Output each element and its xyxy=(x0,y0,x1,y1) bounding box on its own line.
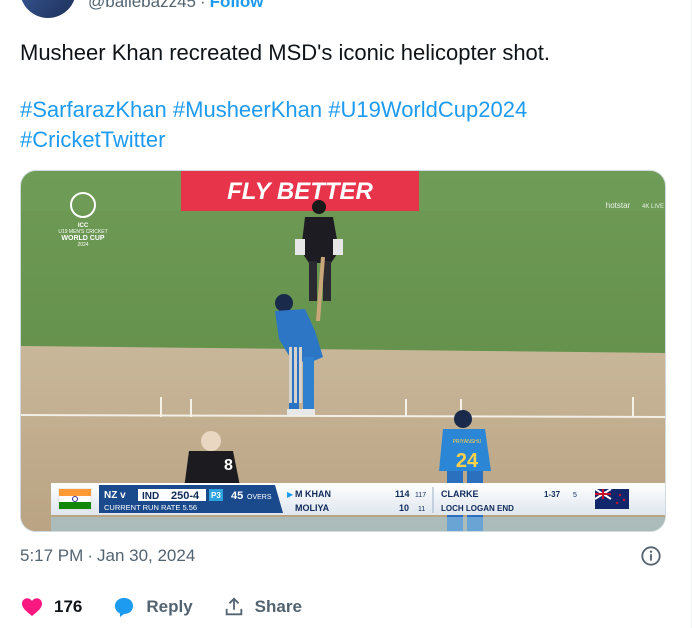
fielder-jersey-name: PRIYANSHU xyxy=(453,439,482,445)
hashtag-link[interactable]: #CricketTwitter xyxy=(20,127,165,152)
hashtag-link[interactable]: #U19WorldCup2024 xyxy=(328,97,527,122)
overs-value: 45 xyxy=(231,490,243,502)
batter1-runs: 114 xyxy=(395,489,410,499)
handle-separator: · xyxy=(200,0,206,11)
heart-icon xyxy=(22,598,42,616)
score-value: 250-4 xyxy=(171,490,200,502)
overs-unit: OVERS xyxy=(247,494,272,501)
follow-button[interactable]: Follow xyxy=(210,0,264,12)
fielder-jersey-number-2: 24 xyxy=(456,450,479,472)
tweet-date: Jan 30, 2024 xyxy=(96,546,196,565)
info-icon[interactable] xyxy=(640,545,662,567)
reply-label: Reply xyxy=(146,597,193,616)
timestamp-separator: · xyxy=(87,546,93,565)
broadcaster-tag: 4K LIVE xyxy=(642,204,664,210)
reply-bubble-icon xyxy=(115,598,134,617)
fielder-jersey-number: 8 xyxy=(224,457,233,474)
striker-marker-icon: ▶ xyxy=(287,490,294,499)
hashtag-link[interactable]: #MusheerKhan xyxy=(173,97,322,122)
batter1-balls: 117 xyxy=(415,492,426,499)
share-button[interactable]: Share xyxy=(223,596,302,618)
hashtag-link[interactable]: #SarfarazKhan xyxy=(20,97,167,122)
tweet-header: @ballebazz45 · Follow xyxy=(20,0,264,18)
share-icon xyxy=(225,597,242,616)
scorebar: NZ v IND 250-4 P3 45 OVERS CURRENT RUN R… xyxy=(51,483,665,531)
author-row: @ballebazz45 · Follow xyxy=(88,0,264,12)
batter1-name: M KHAN xyxy=(295,489,331,499)
video-frame: FLY BETTER ICC U19 MEN'S CRICKET WORLD C… xyxy=(21,171,665,531)
banner-text: FLY BETTER xyxy=(227,178,373,205)
logo-line-3: WORLD CUP xyxy=(61,235,104,242)
stumps xyxy=(289,347,302,403)
hashtag-list: #SarfarazKhan #MusheerKhan #U19WorldCup2… xyxy=(20,95,670,155)
bowler-figures: 1-37 xyxy=(544,490,561,499)
tweet-body: Musheer Khan recreated MSD's iconic heli… xyxy=(20,40,551,65)
like-button[interactable]: 176 xyxy=(20,595,82,619)
run-rate-label: CURRENT RUN RATE 5.56 xyxy=(104,503,197,512)
reply-button[interactable]: Reply xyxy=(112,595,193,619)
author-handle[interactable]: @ballebazz45 xyxy=(88,0,196,12)
like-count: 176 xyxy=(54,597,83,616)
broadcaster-name: hotstar xyxy=(606,201,631,210)
logo-line-4: 2024 xyxy=(77,242,88,248)
tweet-actions: 176 Reply Share xyxy=(20,593,670,621)
avatar[interactable] xyxy=(20,0,76,18)
batter2-balls: 11 xyxy=(418,506,425,513)
batter2-runs: 10 xyxy=(399,503,409,513)
team-a-label: NZ v xyxy=(104,490,126,501)
tweet-media-video[interactable]: FLY BETTER ICC U19 MEN'S CRICKET WORLD C… xyxy=(20,170,666,532)
bowler-overs: 5 xyxy=(573,492,577,499)
powerplay-badge: P3 xyxy=(211,491,221,500)
bowler-name: CLARKE xyxy=(441,489,479,499)
tweet-text: Musheer Khan recreated MSD's iconic heli… xyxy=(20,38,670,68)
share-label: Share xyxy=(254,597,302,616)
end-label: LOCH LOGAN END xyxy=(441,504,514,513)
hashtag-line-1: #SarfarazKhan #MusheerKhan #U19WorldCup2… xyxy=(20,97,527,122)
tweet-timestamp[interactable]: 5:17 PM · Jan 30, 2024 xyxy=(20,546,195,566)
batter2-name: MOLIYA xyxy=(295,503,330,513)
tweet-time: 5:17 PM xyxy=(20,546,84,565)
team-b-label: IND xyxy=(142,491,159,502)
